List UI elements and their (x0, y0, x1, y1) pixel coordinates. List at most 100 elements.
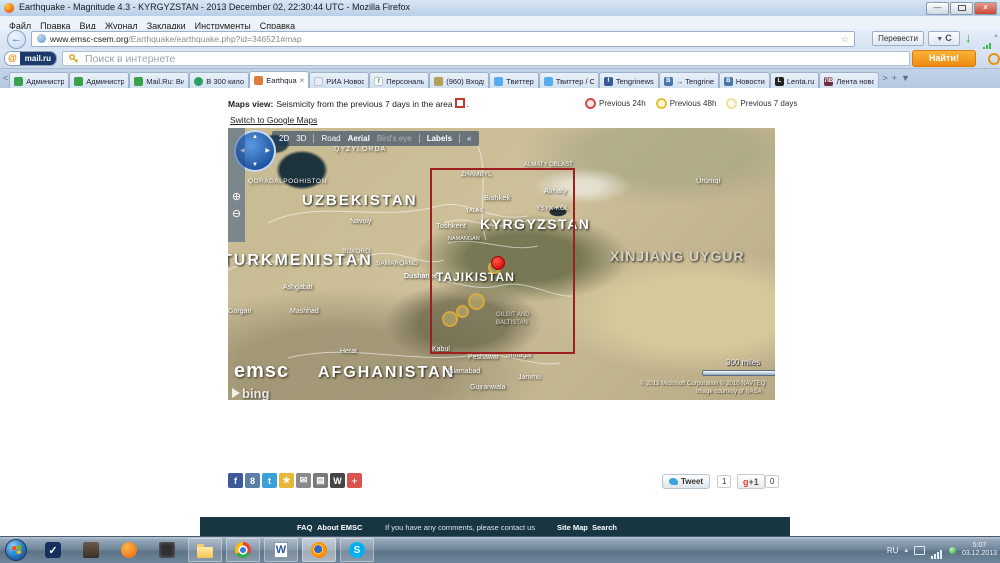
search-settings-icon[interactable] (988, 53, 1000, 65)
signal-bars-icon[interactable] (931, 541, 943, 559)
dropdown-icon[interactable]: ▼ (936, 36, 943, 43)
browser-tab[interactable]: РИА Новос... (309, 72, 369, 88)
window-title: Earthquake - Magnitude 4.3 - KYRGYZSTAN … (19, 2, 410, 12)
status-dot-icon[interactable] (949, 547, 956, 554)
browser-tab[interactable]: Твиттер / О... (539, 72, 599, 88)
clock[interactable]: 5:0703.12.2013 (962, 542, 997, 558)
bing-logo[interactable]: bing (232, 386, 269, 400)
toolbar-collapse-icon[interactable]: ▲ (993, 33, 999, 39)
map-control[interactable]: Labels (427, 134, 452, 143)
browser-tab[interactable]: ЛВЛента ново... (819, 72, 879, 88)
tab-favicon (544, 77, 553, 86)
browser-tab[interactable]: Твиттер (489, 72, 539, 88)
taskbar-windows-explorer[interactable] (188, 538, 222, 562)
taskbar-app-checkmark[interactable]: ✓ (36, 538, 70, 562)
tab-label: Администр... (86, 77, 124, 86)
browser-tab[interactable]: LLenta.ru (770, 72, 820, 88)
map-control[interactable]: Bird's eye (377, 134, 412, 143)
map-control[interactable]: « (467, 134, 471, 143)
hidden-icons-arrow[interactable]: ▴ (904, 546, 908, 554)
pan-down-icon[interactable]: ▼ (252, 162, 258, 168)
map-control[interactable]: 2D (279, 134, 289, 143)
taskbar-apps: ✓ W S (36, 538, 374, 562)
start-button[interactable] (5, 539, 27, 561)
browser-tab[interactable]: В 300 кило... (189, 72, 249, 88)
tab-label: → Tengrine... (676, 77, 714, 86)
zoom-out-icon[interactable]: ⊖ (228, 207, 245, 220)
site-map-link[interactable]: Site Map (557, 523, 588, 532)
translate-button[interactable]: Перевести (872, 31, 924, 46)
taskbar-word[interactable]: W (264, 538, 298, 562)
browser-tab[interactable]: (960) Входя... (429, 72, 489, 88)
reload-button[interactable]: ▼ C (928, 31, 960, 46)
taskbar-skype[interactable]: S (340, 538, 374, 562)
browser-tab[interactable]: fTengrinews.... (599, 72, 659, 88)
search-key-icon (69, 54, 79, 64)
taskbar-dark-app[interactable] (150, 538, 184, 562)
restore-button[interactable] (950, 2, 973, 15)
back-button[interactable]: ← (7, 30, 26, 49)
browser-tab[interactable]: B→ Tengrine... (659, 72, 719, 88)
switch-to-google-maps-link[interactable]: Switch to Google Maps (230, 115, 317, 125)
tab-scroll-right-button[interactable]: > (882, 73, 887, 83)
title-bar[interactable]: Earthquake - Magnitude 4.3 - KYRGYZSTAN … (0, 0, 1000, 17)
facebook-share-icon[interactable]: f (228, 473, 243, 488)
close-button[interactable]: × (974, 2, 997, 15)
map-zoom-strip: ⊕ ⊖ (228, 128, 245, 242)
search-submit-button[interactable]: Найти! (912, 50, 976, 67)
network-icon[interactable] (914, 546, 925, 555)
download-indicator-icon[interactable]: ↓ (965, 30, 972, 45)
browser-tab[interactable]: fПерсональ... (369, 72, 429, 88)
browser-tab[interactable]: BНовости (719, 72, 770, 88)
tab-scroll-left-button[interactable]: < (3, 73, 8, 83)
bookmark-star-icon[interactable]: ☆ (841, 32, 849, 46)
taskbar-firefox[interactable] (302, 538, 336, 562)
pan-right-icon[interactable]: ▶ (265, 147, 270, 154)
contact-us-text[interactable]: If you have any comments, please contact… (385, 523, 535, 532)
sharethis-share-icon[interactable]: + (347, 473, 362, 488)
web-search-input[interactable]: Поиск в интернете (62, 51, 910, 66)
new-tab-button[interactable]: + (892, 73, 897, 83)
print-share-icon[interactable]: ▤ (313, 473, 328, 488)
favorites-share-icon[interactable]: ★ (279, 473, 294, 488)
google-share-icon[interactable]: 8 (245, 473, 260, 488)
tab-label: РИА Новос... (326, 77, 364, 86)
url-path: /Earthquake/earthquake.php?id=346521#map (128, 34, 301, 44)
firefox-window: Earthquake - Magnitude 4.3 - KYRGYZSTAN … (0, 0, 1000, 563)
faq-link[interactable]: FAQ (297, 523, 312, 532)
minimize-button[interactable]: — (926, 2, 949, 15)
bing-map[interactable]: QYZYLORDAQORADALPOGHISTONUZBEKISTANNavoi… (228, 128, 775, 400)
wordpress-share-icon[interactable]: W (330, 473, 345, 488)
tab-favicon: f (604, 77, 613, 86)
email-share-icon[interactable]: ✉ (296, 473, 311, 488)
browser-tab[interactable]: Earthqua...× (249, 71, 309, 88)
tab-close-icon[interactable]: × (300, 76, 305, 85)
about-emsc-link[interactable]: About EMSC (317, 523, 362, 532)
pan-up-icon[interactable]: ▲ (252, 134, 258, 140)
zoom-in-icon[interactable]: ⊕ (228, 190, 245, 203)
tab-list-button[interactable]: ▼ (901, 73, 910, 83)
taskbar-chrome[interactable] (226, 538, 260, 562)
browser-tab[interactable]: Mail.Ru: Ви... (129, 72, 189, 88)
twitter-share-icon[interactable]: t (262, 473, 277, 488)
footer-search-link[interactable]: Search (592, 523, 617, 532)
map-label: Jammu (518, 374, 541, 381)
mailru-logo[interactable]: @mail.ru (4, 51, 57, 66)
map-control[interactable]: 3D (296, 134, 306, 143)
map-control[interactable]: Aerial (348, 134, 370, 143)
earthquake-48h-marker[interactable] (468, 293, 485, 310)
browser-tab[interactable]: Администр... (9, 72, 69, 88)
map-control[interactable]: Road (321, 134, 340, 143)
windows-explorer-icon (197, 547, 213, 558)
language-indicator[interactable]: RU (887, 546, 899, 555)
browser-tab[interactable]: Администр... (69, 72, 129, 88)
taskbar-fl-studio[interactable] (112, 538, 146, 562)
earthquake-48h-marker[interactable] (456, 305, 469, 318)
url-bar[interactable]: www.emsc-csem.org/Earthquake/earthquake.… (31, 31, 855, 47)
taskbar-world-of-tanks[interactable] (74, 538, 108, 562)
gplus-button[interactable]: g+1 (737, 474, 765, 489)
firefox-icon (4, 3, 14, 13)
tweet-button[interactable]: Tweet (662, 474, 710, 489)
earthquake-24h-marker[interactable] (491, 256, 505, 270)
seismicity-legend: Previous 24hPrevious 48hPrevious 7 days (585, 98, 797, 109)
